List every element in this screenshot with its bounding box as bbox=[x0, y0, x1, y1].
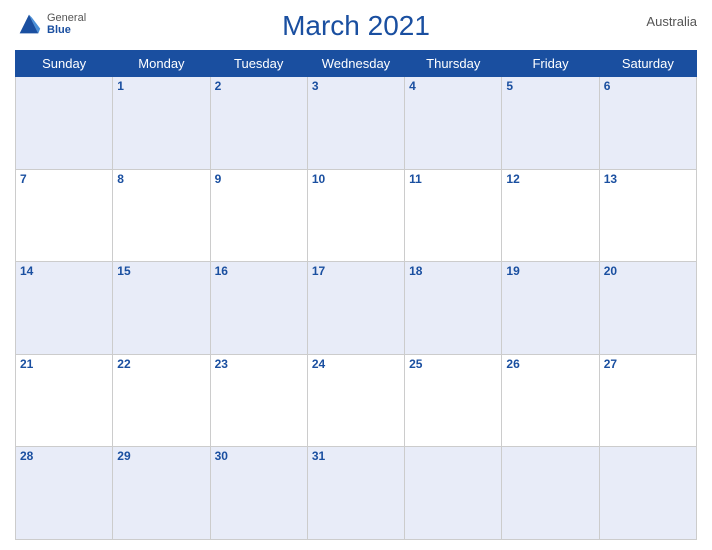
calendar-day-cell: 14 bbox=[16, 262, 113, 355]
day-number: 8 bbox=[117, 172, 205, 186]
calendar-table: Sunday Monday Tuesday Wednesday Thursday… bbox=[15, 50, 697, 540]
day-number: 5 bbox=[506, 79, 594, 93]
calendar-wrapper: General Blue March 2021 Australia Sunday… bbox=[0, 0, 712, 550]
logo-blue: Blue bbox=[47, 24, 86, 36]
day-number: 27 bbox=[604, 357, 692, 371]
header-sunday: Sunday bbox=[16, 51, 113, 77]
calendar-day-cell: 16 bbox=[210, 262, 307, 355]
calendar-week-row: 123456 bbox=[16, 77, 697, 170]
calendar-day-cell bbox=[599, 447, 696, 540]
day-number: 20 bbox=[604, 264, 692, 278]
calendar-day-cell: 22 bbox=[113, 354, 210, 447]
calendar-day-cell: 17 bbox=[307, 262, 404, 355]
calendar-day-cell bbox=[16, 77, 113, 170]
calendar-day-cell: 27 bbox=[599, 354, 696, 447]
calendar-title: March 2021 bbox=[282, 10, 430, 42]
day-number: 16 bbox=[215, 264, 303, 278]
day-number: 19 bbox=[506, 264, 594, 278]
calendar-day-cell: 12 bbox=[502, 169, 599, 262]
calendar-day-cell: 3 bbox=[307, 77, 404, 170]
day-number: 11 bbox=[409, 172, 497, 186]
calendar-day-cell: 31 bbox=[307, 447, 404, 540]
calendar-day-cell bbox=[405, 447, 502, 540]
day-number: 9 bbox=[215, 172, 303, 186]
calendar-day-cell: 9 bbox=[210, 169, 307, 262]
calendar-day-cell: 15 bbox=[113, 262, 210, 355]
calendar-day-cell: 29 bbox=[113, 447, 210, 540]
day-number: 18 bbox=[409, 264, 497, 278]
day-number: 1 bbox=[117, 79, 205, 93]
calendar-day-cell: 26 bbox=[502, 354, 599, 447]
day-number: 25 bbox=[409, 357, 497, 371]
calendar-week-row: 28 29 30 31 bbox=[16, 447, 697, 540]
days-header-row: Sunday Monday Tuesday Wednesday Thursday… bbox=[16, 51, 697, 77]
header-monday: Monday bbox=[113, 51, 210, 77]
day-number: 2 bbox=[215, 79, 303, 93]
logo: General Blue bbox=[15, 10, 86, 38]
calendar-day-cell: 25 bbox=[405, 354, 502, 447]
day-number: 6 bbox=[604, 79, 692, 93]
calendar-week-row: 789 10 11 12 13 bbox=[16, 169, 697, 262]
calendar-day-cell: 20 bbox=[599, 262, 696, 355]
calendar-day-cell: 7 bbox=[16, 169, 113, 262]
calendar-day-cell: 18 bbox=[405, 262, 502, 355]
calendar-day-cell: 30 bbox=[210, 447, 307, 540]
country-label: Australia bbox=[646, 14, 697, 29]
calendar-day-cell: 13 bbox=[599, 169, 696, 262]
header-thursday: Thursday bbox=[405, 51, 502, 77]
calendar-day-cell: 2 bbox=[210, 77, 307, 170]
day-number: 17 bbox=[312, 264, 400, 278]
header-saturday: Saturday bbox=[599, 51, 696, 77]
day-number: 23 bbox=[215, 357, 303, 371]
calendar-week-row: 21 22 23 24 25 26 27 bbox=[16, 354, 697, 447]
calendar-day-cell: 19 bbox=[502, 262, 599, 355]
calendar-day-cell: 6 bbox=[599, 77, 696, 170]
calendar-day-cell: 23 bbox=[210, 354, 307, 447]
logo-icon bbox=[15, 10, 43, 38]
day-number: 24 bbox=[312, 357, 400, 371]
header-friday: Friday bbox=[502, 51, 599, 77]
day-number: 13 bbox=[604, 172, 692, 186]
calendar-day-cell: 8 bbox=[113, 169, 210, 262]
header-tuesday: Tuesday bbox=[210, 51, 307, 77]
day-number: 29 bbox=[117, 449, 205, 463]
day-number: 14 bbox=[20, 264, 108, 278]
calendar-day-cell: 21 bbox=[16, 354, 113, 447]
day-number: 30 bbox=[215, 449, 303, 463]
day-number: 28 bbox=[20, 449, 108, 463]
calendar-day-cell: 5 bbox=[502, 77, 599, 170]
calendar-day-cell bbox=[502, 447, 599, 540]
day-number: 12 bbox=[506, 172, 594, 186]
day-number: 21 bbox=[20, 357, 108, 371]
day-number: 4 bbox=[409, 79, 497, 93]
calendar-header: General Blue March 2021 Australia bbox=[15, 10, 697, 42]
calendar-day-cell: 1 bbox=[113, 77, 210, 170]
calendar-day-cell: 4 bbox=[405, 77, 502, 170]
day-number: 10 bbox=[312, 172, 400, 186]
calendar-day-cell: 24 bbox=[307, 354, 404, 447]
day-number: 7 bbox=[20, 172, 108, 186]
day-number: 31 bbox=[312, 449, 400, 463]
day-number: 26 bbox=[506, 357, 594, 371]
day-number: 22 bbox=[117, 357, 205, 371]
day-number: 15 bbox=[117, 264, 205, 278]
day-number: 3 bbox=[312, 79, 400, 93]
header-wednesday: Wednesday bbox=[307, 51, 404, 77]
calendar-day-cell: 28 bbox=[16, 447, 113, 540]
logo-general: General bbox=[47, 12, 86, 24]
calendar-day-cell: 11 bbox=[405, 169, 502, 262]
calendar-week-row: 14 15 16 17 18 19 20 bbox=[16, 262, 697, 355]
calendar-day-cell: 10 bbox=[307, 169, 404, 262]
